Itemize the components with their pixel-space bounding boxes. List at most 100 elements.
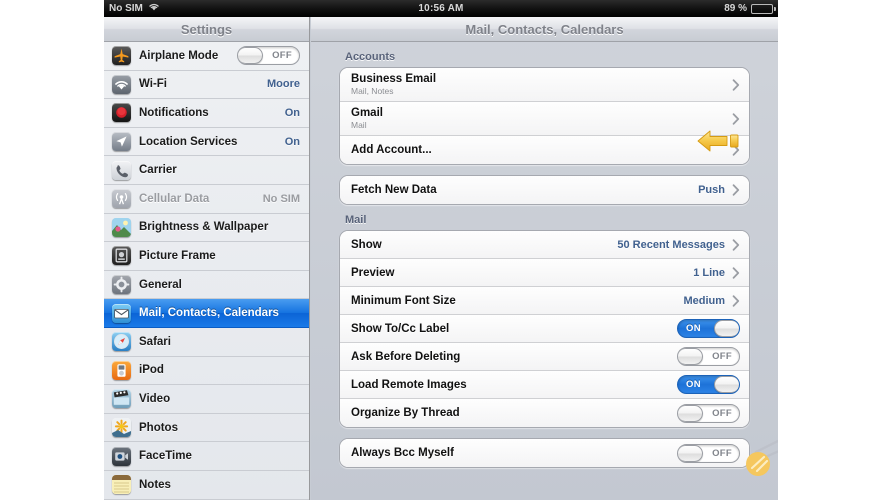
row-labels: Preview: [351, 267, 693, 279]
battery-percent-label: 89 %: [724, 3, 747, 14]
row-load-remote-images[interactable]: Load Remote Images ON: [340, 371, 749, 399]
sidebar-item-airplane-mode[interactable]: Airplane Mode OFF: [104, 42, 309, 71]
row-organize-by-thread[interactable]: Organize By Thread OFF: [340, 399, 749, 427]
row-labels: Ask Before Deleting: [351, 351, 677, 363]
row-title: Load Remote Images: [351, 378, 467, 391]
row-show[interactable]: Show 50 Recent Messages: [340, 231, 749, 259]
row-value: Medium: [683, 294, 725, 307]
section-title-mail: Mail: [345, 214, 367, 226]
row-labels: Add Account...: [351, 144, 732, 156]
ipod-icon: [112, 360, 131, 380]
settings-group: Fetch New Data Push: [339, 175, 750, 205]
row-always-bcc-myself[interactable]: Always Bcc Myself OFF: [340, 439, 749, 467]
sidebar-item-location-services[interactable]: Location Services On: [104, 128, 309, 157]
toggle-state-label: ON: [686, 323, 701, 334]
show-to-cc-label-toggle[interactable]: ON: [677, 319, 740, 338]
facetime-icon: [112, 446, 131, 466]
row-gmail[interactable]: Gmail Mail: [340, 102, 749, 136]
sidebar-item-ipod[interactable]: iPod: [104, 357, 309, 386]
sidebar-item-mail-contacts-calendars[interactable]: Mail, Contacts, Calendars: [104, 299, 309, 328]
row-title: Organize By Thread: [351, 407, 460, 419]
sidebar-item-cellular-data[interactable]: Cellular Data No SIM: [104, 185, 309, 214]
toggle-knob[interactable]: [678, 348, 703, 365]
chevron-right-icon: [732, 238, 740, 251]
row-business-email[interactable]: Business Email Mail, Notes: [340, 68, 749, 102]
sidebar-item-label: Safari: [139, 335, 171, 348]
row-labels: Minimum Font Size: [351, 295, 683, 307]
sidebar-item-safari[interactable]: Safari: [104, 328, 309, 357]
settings-sidebar: Settings Airplane Mode OFF Wi-Fi Moore Notif…: [104, 17, 310, 500]
sidebar-item-general[interactable]: General: [104, 271, 309, 300]
row-title: Add Account...: [351, 144, 432, 156]
row-preview[interactable]: Preview 1 Line: [340, 259, 749, 287]
sidebar-item-brightness-wallpaper[interactable]: Brightness & Wallpaper: [104, 214, 309, 243]
sidebar-item-value: Moore: [267, 78, 300, 91]
chevron-right-icon: [732, 144, 740, 156]
row-title: Gmail: [351, 107, 383, 119]
always-bcc-myself-toggle[interactable]: OFF: [677, 443, 740, 463]
sidebar-item-notes[interactable]: Notes: [104, 471, 309, 500]
toggle-knob[interactable]: [714, 320, 739, 337]
sidebar-item-label: Location Services: [139, 135, 238, 148]
row-title: Fetch New Data: [351, 184, 437, 196]
row-title: Minimum Font Size: [351, 294, 456, 307]
airplane-mode-toggle[interactable]: OFF: [237, 46, 300, 66]
battery-icon: [751, 3, 776, 14]
sidebar-item-carrier[interactable]: Carrier: [104, 156, 309, 185]
organize-by-thread-toggle[interactable]: OFF: [677, 403, 740, 423]
settings-group: Show 50 Recent Messages Preview 1 Line Minim…: [339, 230, 750, 428]
toggle-state-label: OFF: [712, 407, 732, 419]
toggle-knob[interactable]: [238, 47, 263, 65]
row-show-to-cc-label[interactable]: Show To/Cc Label ON: [340, 315, 749, 343]
row-title: Show: [351, 238, 382, 251]
row-subtitle: Mail, Notes: [351, 86, 394, 96]
status-bar: No SIM 10:56 AM 89 %: [104, 0, 778, 17]
airplane-icon: [112, 46, 131, 66]
sidebar-item-value: On: [284, 135, 300, 148]
toggle-state-label: OFF: [712, 447, 732, 459]
sidebar-item-label: Cellular Data: [139, 192, 210, 205]
sidebar-item-label: Airplane Mode: [139, 49, 219, 62]
toggle-state-label: OFF: [712, 351, 732, 362]
toggle-knob[interactable]: [714, 376, 739, 393]
sidebar-item-picture-frame[interactable]: Picture Frame: [104, 242, 309, 271]
ask-before-deleting-toggle[interactable]: OFF: [677, 347, 740, 366]
row-subtitle: Mail: [351, 120, 367, 130]
sidebar-item-wi-fi[interactable]: Wi-Fi Moore: [104, 71, 309, 100]
toggle-knob[interactable]: [678, 404, 703, 422]
load-remote-images-toggle[interactable]: ON: [677, 375, 740, 394]
row-minimum-font-size[interactable]: Minimum Font Size Medium: [340, 287, 749, 315]
sidebar-item-label: iPod: [139, 364, 164, 377]
photos-icon: [112, 418, 131, 438]
sidebar-item-label: FaceTime: [139, 450, 192, 463]
row-ask-before-deleting[interactable]: Ask Before Deleting OFF: [340, 343, 749, 371]
row-title: Always Bcc Myself: [351, 447, 454, 459]
row-title: Show To/Cc Label: [351, 322, 450, 335]
row-labels: Always Bcc Myself: [351, 447, 677, 459]
sidebar-item-label: General: [139, 278, 182, 291]
toggle-state-label: ON: [686, 379, 701, 390]
status-bar-time: 10:56 AM: [418, 3, 464, 14]
sidebar-item-photos[interactable]: Photos: [104, 414, 309, 443]
location-icon: [112, 132, 131, 152]
notes-icon: [112, 475, 131, 495]
row-fetch-new-data[interactable]: Fetch New Data Push: [340, 176, 749, 204]
settings-list: Accounts Business Email Mail, Notes Gmail Ma…: [311, 42, 778, 468]
toggle-knob[interactable]: [678, 444, 703, 462]
sidebar-list: Airplane Mode OFF Wi-Fi Moore Notifications O…: [104, 42, 309, 500]
sidebar-item-video[interactable]: Video: [104, 385, 309, 414]
row-labels: Show To/Cc Label: [351, 323, 677, 335]
row-add-account[interactable]: Add Account...: [340, 136, 749, 164]
sidebar-item-facetime[interactable]: FaceTime: [104, 442, 309, 471]
sidebar-item-notifications[interactable]: Notifications On: [104, 99, 309, 128]
pictureframe-icon: [112, 246, 131, 266]
row-title: Business Email: [351, 73, 437, 85]
toggle-state-label: OFF: [272, 50, 292, 62]
settings-group: Business Email Mail, Notes Gmail Mail Add Ac…: [339, 67, 750, 165]
row-labels: Show: [351, 239, 617, 251]
video-icon: [112, 389, 131, 409]
sidebar-item-label: Notes: [139, 478, 171, 491]
row-labels: Gmail Mail: [351, 107, 732, 130]
